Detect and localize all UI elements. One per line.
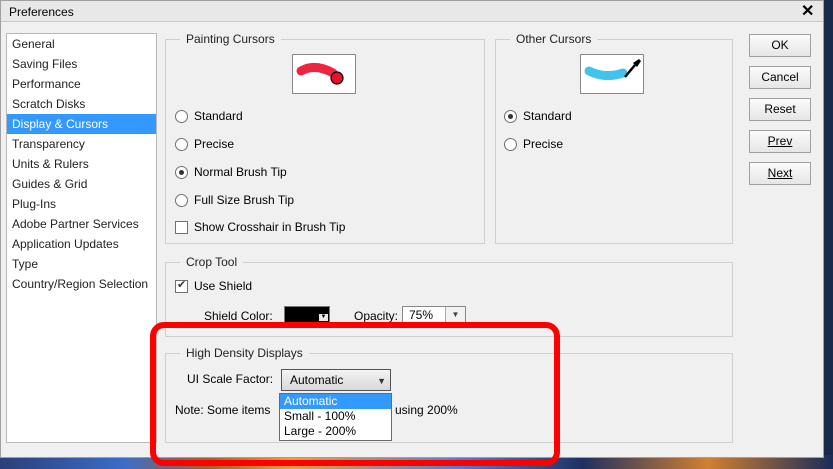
sidebar-item-adobe-partner-services[interactable]: Adobe Partner Services xyxy=(7,214,156,234)
dialog-title: Preferences xyxy=(9,5,74,19)
show-crosshair-checkbox[interactable]: Show Crosshair in Brush Tip xyxy=(175,218,345,236)
other-standard-radio[interactable]: Standard xyxy=(504,107,572,125)
radio-circle xyxy=(175,109,188,123)
crop-tool-group: Crop Tool xyxy=(165,255,733,337)
painting-normal-brush-tip-label: Normal Brush Tip xyxy=(194,165,287,179)
chevron-down-icon[interactable]: ▼ xyxy=(445,307,465,323)
high-density-group: High Density Displays xyxy=(165,346,733,443)
painting-standard-radio[interactable]: Standard xyxy=(175,107,243,125)
chevron-down-icon: ▼ xyxy=(319,314,328,321)
painting-full-size-label: Full Size Brush Tip xyxy=(194,193,295,207)
radio-circle-selected xyxy=(175,165,188,179)
other-precise-radio[interactable]: Precise xyxy=(504,135,563,153)
sidebar-item-scratch-disks[interactable]: Scratch Disks xyxy=(7,94,156,114)
sidebar-item-plug-ins[interactable]: Plug-Ins xyxy=(7,194,156,214)
option-automatic[interactable]: Automatic xyxy=(280,394,391,409)
use-shield-checkbox[interactable]: Use Shield xyxy=(175,277,252,295)
sidebar-item-transparency[interactable]: Transparency xyxy=(7,134,156,154)
other-standard-label: Standard xyxy=(523,109,572,123)
shield-color-label: Shield Color: xyxy=(204,309,273,323)
painting-precise-label: Precise xyxy=(194,137,235,151)
prev-button[interactable]: Prev xyxy=(749,130,811,153)
ok-button[interactable]: OK xyxy=(749,34,811,57)
radio-circle xyxy=(175,137,188,151)
sidebar-item-performance[interactable]: Performance xyxy=(7,74,156,94)
use-shield-label: Use Shield xyxy=(194,279,253,293)
sidebar-item-application-updates[interactable]: Application Updates xyxy=(7,234,156,254)
sidebar-item-general[interactable]: General xyxy=(7,34,156,54)
radio-circle-selected xyxy=(504,109,517,123)
preferences-category-list[interactable]: General Saving Files Performance Scratch… xyxy=(6,33,157,443)
checkbox-box-checked xyxy=(175,278,188,293)
shield-color-swatch[interactable]: ▼ xyxy=(284,306,330,323)
painting-cursor-preview xyxy=(292,54,356,94)
sidebar-item-country-region[interactable]: Country/Region Selection xyxy=(7,274,156,294)
option-small-100[interactable]: Small - 100% xyxy=(280,409,391,424)
other-cursors-legend: Other Cursors xyxy=(510,32,598,46)
cancel-button[interactable]: Cancel xyxy=(749,66,811,89)
preferences-dialog: Preferences ✕ General Saving Files Perfo… xyxy=(0,0,824,458)
painting-precise-radio[interactable]: Precise xyxy=(175,135,234,153)
title-bar: Preferences ✕ xyxy=(1,1,823,22)
other-precise-label: Precise xyxy=(523,137,564,151)
sidebar-item-units-rulers[interactable]: Units & Rulers xyxy=(7,154,156,174)
next-button[interactable]: Next xyxy=(749,162,811,185)
painting-standard-label: Standard xyxy=(194,109,243,123)
painting-normal-brush-tip-radio[interactable]: Normal Brush Tip xyxy=(175,163,287,181)
ui-scale-label: UI Scale Factor: xyxy=(187,372,274,386)
red-brush-stroke-icon xyxy=(296,63,344,85)
reset-button[interactable]: Reset xyxy=(749,98,811,121)
close-icon[interactable]: ✕ xyxy=(801,1,814,21)
high-density-legend: High Density Displays xyxy=(180,346,309,360)
painting-full-size-brush-tip-radio[interactable]: Full Size Brush Tip xyxy=(175,191,294,209)
sidebar-item-display-cursors[interactable]: Display & Cursors xyxy=(7,114,156,134)
opacity-value: 75% xyxy=(409,308,434,322)
checkbox-box xyxy=(175,220,188,234)
prev-label: Prev xyxy=(767,134,793,148)
note-text-end: using 200% xyxy=(395,403,458,417)
other-cursor-preview xyxy=(580,54,644,94)
show-crosshair-label: Show Crosshair in Brush Tip xyxy=(194,220,346,234)
crop-tool-legend: Crop Tool xyxy=(180,255,244,269)
opacity-label: Opacity: xyxy=(354,309,399,323)
ui-scale-value: Automatic xyxy=(290,373,344,387)
painting-cursors-legend: Painting Cursors xyxy=(180,32,281,46)
sidebar-item-type[interactable]: Type xyxy=(7,254,156,274)
option-large-200[interactable]: Large - 200% xyxy=(280,424,391,439)
eyedropper-stroke-icon xyxy=(584,59,641,81)
note-text-start: Note: Some items xyxy=(175,403,271,417)
sidebar-item-guides-grid[interactable]: Guides & Grid xyxy=(7,174,156,194)
sidebar-item-saving-files[interactable]: Saving Files xyxy=(7,54,156,74)
next-label: Next xyxy=(767,166,793,180)
radio-circle xyxy=(504,137,517,151)
radio-circle xyxy=(175,193,188,207)
ui-scale-dropdown-list[interactable]: Automatic Small - 100% Large - 200% xyxy=(279,393,392,441)
opacity-field[interactable]: 75% ▼ xyxy=(402,306,466,324)
chevron-down-icon: ▼ xyxy=(377,376,386,386)
ui-scale-select[interactable]: Automatic ▼ xyxy=(281,369,391,391)
